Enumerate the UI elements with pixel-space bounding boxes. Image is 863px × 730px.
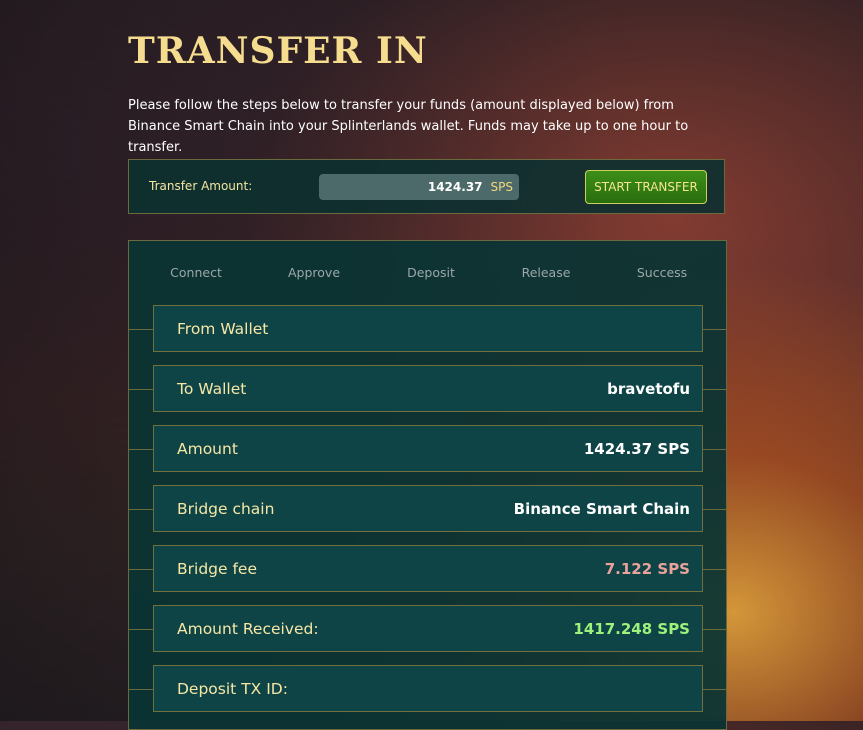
detail-row-bridge-chain: Bridge chain Binance Smart Chain xyxy=(153,485,703,532)
detail-label: To Wallet xyxy=(177,379,247,398)
detail-row-to-wallet: To Wallet bravetofu xyxy=(153,365,703,412)
detail-row-amount: Amount 1424.37 SPS xyxy=(153,425,703,472)
detail-value: bravetofu xyxy=(607,379,690,398)
start-transfer-button[interactable]: START TRANSFER xyxy=(585,170,707,204)
detail-value: Binance Smart Chain xyxy=(513,499,690,518)
page-title: TRANSFER IN xyxy=(128,30,428,72)
detail-row-amount-received: Amount Received: 1417.248 SPS xyxy=(153,605,703,652)
detail-row-bridge-fee: Bridge fee 7.122 SPS xyxy=(153,545,703,592)
progress-steps: Connect Approve Deposit Release Success xyxy=(129,265,726,285)
detail-label: From Wallet xyxy=(177,319,269,338)
step-approve: Approve xyxy=(287,265,341,280)
detail-label: Deposit TX ID: xyxy=(177,679,288,698)
transfer-amount-label: Transfer Amount: xyxy=(149,179,253,193)
detail-label: Amount Received: xyxy=(177,619,319,638)
detail-row-deposit-tx-id: Deposit TX ID: xyxy=(153,665,703,712)
transfer-amount-unit: SPS xyxy=(490,180,513,194)
transfer-amount-value: 1424.37 xyxy=(427,180,483,194)
step-deposit: Deposit xyxy=(407,265,455,280)
detail-row-from-wallet: From Wallet xyxy=(153,305,703,352)
detail-label: Bridge chain xyxy=(177,499,275,518)
detail-value: 1424.37 SPS xyxy=(583,439,690,458)
step-connect: Connect xyxy=(170,265,222,280)
step-success: Success xyxy=(636,265,688,280)
transfer-details-panel: Connect Approve Deposit Release Success … xyxy=(128,240,727,730)
detail-label: Amount xyxy=(177,439,238,458)
intro-text: Please follow the steps below to transfe… xyxy=(128,98,689,155)
transfer-amount-input[interactable]: 1424.37 SPS xyxy=(319,174,519,200)
transfer-amount-panel: Transfer Amount: 1424.37 SPS START TRANS… xyxy=(128,159,725,214)
detail-value: 7.122 SPS xyxy=(604,559,690,578)
detail-value: 1417.248 SPS xyxy=(573,619,690,638)
detail-label: Bridge fee xyxy=(177,559,257,578)
step-release: Release xyxy=(521,265,571,280)
